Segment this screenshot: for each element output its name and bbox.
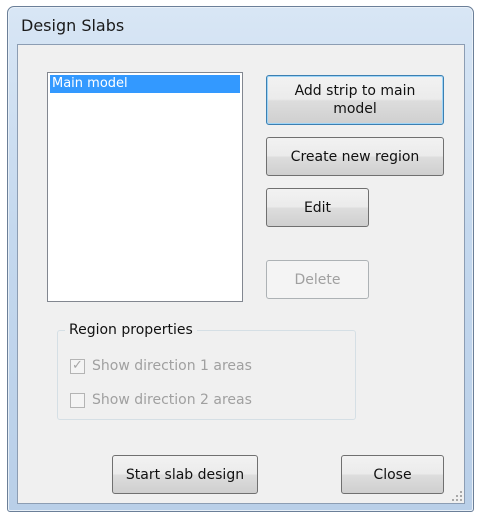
resize-grip-icon[interactable]	[450, 489, 462, 501]
region-properties-label: Region properties	[65, 322, 197, 338]
title-bar[interactable]: Design Slabs	[8, 7, 473, 43]
show-direction-1-label: Show direction 1 areas	[92, 358, 252, 374]
start-slab-design-button[interactable]: Start slab design	[112, 455, 258, 494]
show-direction-1-checkbox-row[interactable]: ✓ Show direction 1 areas	[70, 357, 252, 375]
edit-button[interactable]: Edit	[266, 188, 369, 227]
show-direction-2-checkbox[interactable]	[70, 392, 85, 408]
delete-button[interactable]: Delete	[266, 260, 369, 299]
window-title: Design Slabs	[21, 16, 125, 35]
design-slabs-dialog: Design Slabs Main model Add strip to mai…	[7, 6, 474, 512]
show-direction-2-checkbox-row[interactable]: Show direction 2 areas	[70, 391, 252, 409]
show-direction-1-checkbox[interactable]: ✓	[70, 357, 85, 374]
dialog-client-area: Main model Add strip to main model Creat…	[17, 44, 465, 504]
region-properties-group: Region properties ✓ Show direction 1 are…	[57, 322, 356, 420]
close-button[interactable]: Close	[341, 455, 444, 494]
add-strip-button[interactable]: Add strip to main model	[266, 75, 444, 125]
check-icon: ✓	[72, 357, 83, 373]
show-direction-2-label: Show direction 2 areas	[92, 392, 252, 408]
regions-listbox[interactable]: Main model	[47, 72, 243, 302]
create-region-button[interactable]: Create new region	[266, 137, 444, 176]
list-item-main-model[interactable]: Main model	[50, 75, 240, 93]
